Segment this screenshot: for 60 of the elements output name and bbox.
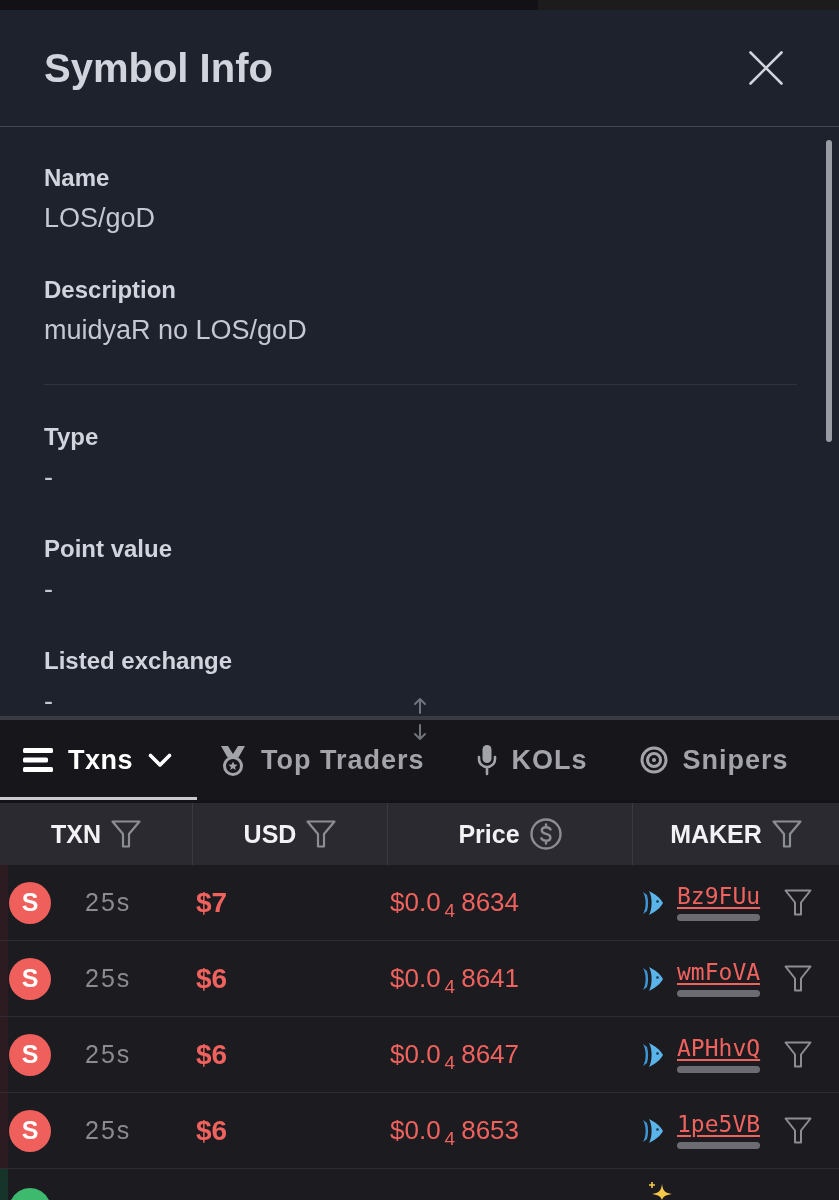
- field-value: muidyaR no LOS/goD: [44, 314, 307, 347]
- fish-icon: [642, 888, 664, 917]
- dollar-circle-icon[interactable]: [529, 818, 562, 850]
- field-label: Type: [44, 422, 99, 452]
- age-text: 25s: [85, 964, 132, 993]
- maker-address[interactable]: 1pe5VB: [677, 1110, 761, 1138]
- field-value: LOS/goD: [44, 202, 156, 235]
- field-value: -: [44, 461, 53, 494]
- list-icon: [23, 748, 53, 772]
- field-label: Description: [44, 275, 177, 305]
- filter-icon[interactable]: [306, 820, 337, 848]
- medal-icon: [220, 744, 247, 776]
- fish-icon: [642, 1116, 664, 1145]
- fish-icon: [642, 964, 664, 993]
- column-label: Price: [458, 819, 520, 849]
- tab[interactable]: KOLs: [453, 720, 617, 800]
- tab[interactable]: Txns: [0, 720, 198, 800]
- filter-icon[interactable]: [784, 1117, 813, 1144]
- maker-address[interactable]: wmFoVA: [677, 958, 761, 986]
- filter-icon[interactable]: [784, 965, 813, 992]
- age-text: 25s: [85, 888, 132, 917]
- side-badge: S: [9, 1033, 51, 1076]
- field-label: Name: [44, 163, 110, 193]
- maker-address[interactable]: APHhvQ: [677, 1034, 761, 1062]
- field-label: Listed exchange: [44, 646, 233, 676]
- column-label: USD: [243, 819, 297, 849]
- price-value: $0.0$_{4}$8634: [390, 887, 520, 918]
- fish-icon: [642, 1040, 664, 1069]
- dialog-title: Symbol Info: [44, 45, 273, 92]
- price-value: $0.0$_{4}$8647: [390, 1039, 520, 1070]
- price-value: $0.0$_{4}$8653: [390, 1115, 520, 1146]
- filter-icon[interactable]: [771, 820, 802, 848]
- scrollbar-thumb[interactable]: [826, 140, 832, 442]
- age-text: 25s: [85, 1116, 132, 1145]
- filter-icon[interactable]: [784, 889, 813, 916]
- maker-address[interactable]: Bz9FUu: [677, 882, 761, 910]
- usd-amount: $7: [196, 886, 228, 919]
- price-value: $0.0$_{4}$8641: [390, 963, 520, 994]
- usd-amount: $6: [196, 962, 228, 995]
- filter-icon[interactable]: [784, 1041, 813, 1068]
- close-icon: [749, 51, 783, 85]
- microphone-icon: [476, 744, 497, 776]
- target-icon: [639, 746, 668, 774]
- field-value: -: [44, 573, 53, 606]
- filter-icon[interactable]: [111, 820, 141, 848]
- sparkle-icon: [648, 1182, 672, 1200]
- side-badge: S: [9, 957, 51, 1000]
- tab[interactable]: Top Traders: [197, 720, 454, 800]
- column-label: MAKER: [670, 819, 762, 849]
- field-label: Point value: [44, 534, 173, 564]
- usd-amount: $6: [196, 1114, 228, 1147]
- close-button[interactable]: [749, 51, 783, 85]
- side-badge: S: [9, 881, 51, 924]
- column-label: TXN: [51, 819, 101, 849]
- resize-handle-icon[interactable]: [412, 697, 428, 741]
- field-value: -: [44, 685, 53, 716]
- usd-amount: $6: [196, 1038, 228, 1071]
- age-text: 25s: [85, 1040, 132, 1069]
- side-badge: S: [9, 1109, 51, 1152]
- tab[interactable]: Snipers: [616, 720, 818, 800]
